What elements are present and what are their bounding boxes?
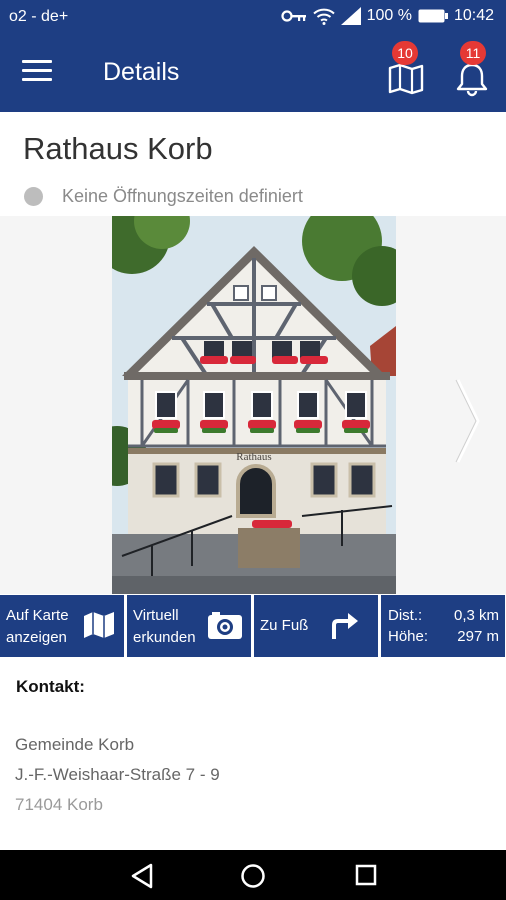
page-title: Details xyxy=(103,58,180,86)
recents-nav-icon[interactable] xyxy=(355,864,377,886)
battery-icon xyxy=(418,9,448,23)
wifi-icon xyxy=(312,8,335,25)
show-on-map-button[interactable]: Auf Karte anzeigen xyxy=(0,595,124,657)
map-icon xyxy=(84,612,114,638)
opening-status-dot xyxy=(24,187,43,206)
contact-section: Kontakt: Gemeinde Korb J.-F.-Weishaar-St… xyxy=(0,657,506,850)
distance-value: 0,3 km xyxy=(453,607,499,624)
home-nav-icon[interactable] xyxy=(240,863,266,889)
menu-icon-bar xyxy=(22,60,52,63)
system-nav-bar xyxy=(0,850,506,900)
rathaus-sign: Rathaus xyxy=(236,451,271,463)
contact-name: Gemeinde Korb xyxy=(15,735,135,754)
walk-route-label: Zu Fuß xyxy=(260,617,309,634)
key-icon xyxy=(280,10,306,22)
action-bar: Auf Karte anzeigen Virtuell erkunden Zu … xyxy=(0,595,506,657)
height-row: Höhe: 297 m xyxy=(388,626,499,647)
clock: 10:42 xyxy=(453,7,494,24)
show-on-map-label: Auf Karte anzeigen xyxy=(6,605,69,649)
notifications-button[interactable]: 11 xyxy=(454,41,494,97)
chevron-right-icon[interactable] xyxy=(452,376,482,466)
distance-row: Dist.: 0,3 km xyxy=(388,605,499,626)
show-on-map-line1: Auf Karte xyxy=(6,607,69,624)
camera-icon xyxy=(208,612,242,639)
distance-label: Dist.: xyxy=(388,607,423,624)
map-book-button[interactable]: 10 xyxy=(386,41,426,96)
map-book-icon xyxy=(388,63,424,95)
battery-percent: 100 % xyxy=(366,7,412,24)
contact-street: J.-F.-Weishaar-Straße 7 - 9 xyxy=(15,765,220,784)
contact-city: 71404 Korb xyxy=(15,795,103,814)
notifications-badge: 11 xyxy=(460,41,486,65)
place-title: Rathaus Korb xyxy=(23,131,213,166)
virtual-tour-line2: erkunden xyxy=(133,629,196,646)
virtual-tour-line1: Virtuell xyxy=(133,607,179,624)
contact-heading: Kontakt: xyxy=(16,677,85,696)
opening-hours-text: Keine Öffnungszeiten definiert xyxy=(62,186,303,206)
walk-route-button[interactable]: Zu Fuß xyxy=(254,595,378,657)
place-header: Rathaus Korb Keine Öffnungszeiten defini… xyxy=(0,112,506,216)
virtual-tour-label: Virtuell erkunden xyxy=(133,605,196,649)
status-icons: 100 % 10:42 xyxy=(280,7,494,25)
bell-icon xyxy=(456,63,488,97)
app-bar: Details 10 11 xyxy=(0,34,506,112)
menu-icon-bar xyxy=(22,78,52,81)
height-value: 297 m xyxy=(457,628,499,645)
map-badge: 10 xyxy=(392,41,418,65)
town-hall-photo: Rathaus xyxy=(112,216,396,594)
back-nav-icon[interactable] xyxy=(130,863,154,889)
carrier-name: o2 - de+ xyxy=(9,8,69,25)
photo-gallery[interactable]: Rathaus xyxy=(0,216,506,594)
show-on-map-line2: anzeigen xyxy=(6,629,67,646)
status-bar: o2 - de+ 100 % 10:42 xyxy=(0,0,506,34)
height-label: Höhe: xyxy=(388,628,429,645)
virtual-tour-button[interactable]: Virtuell erkunden xyxy=(127,595,251,657)
signal-icon xyxy=(340,7,361,25)
distance-info: Dist.: 0,3 km Höhe: 297 m xyxy=(381,595,505,657)
menu-button[interactable] xyxy=(22,60,52,84)
turn-right-arrow-icon xyxy=(332,613,358,639)
menu-icon-bar xyxy=(22,69,52,72)
